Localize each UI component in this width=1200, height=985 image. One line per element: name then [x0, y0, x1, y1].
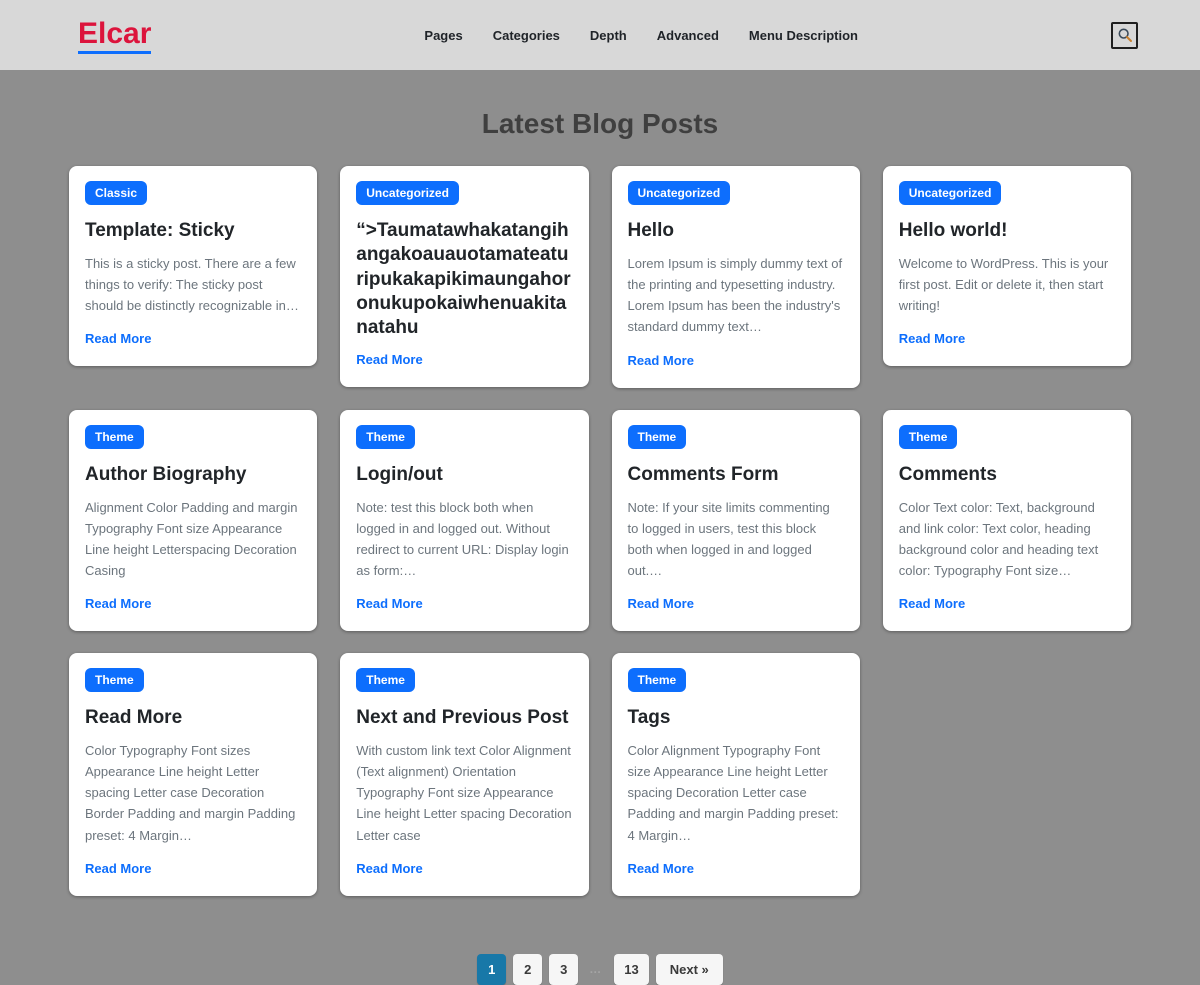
posts-grid: Classic Template: Sticky This is a stick… [69, 166, 1131, 896]
category-badge[interactable]: Uncategorized [628, 181, 731, 205]
read-more-link[interactable]: Read More [356, 596, 422, 611]
post-card: Theme Comments Color Text color: Text, b… [883, 410, 1131, 632]
post-excerpt: Note: test this block both when logged i… [356, 497, 572, 581]
post-card: Theme Login/out Note: test this block bo… [340, 410, 588, 632]
post-card: Theme Tags Color Alignment Typography Fo… [612, 653, 860, 896]
post-card: Uncategorized Hello world! Welcome to Wo… [883, 166, 1131, 366]
category-badge[interactable]: Theme [85, 425, 144, 449]
read-more-link[interactable]: Read More [85, 596, 151, 611]
read-more-link[interactable]: Read More [899, 596, 965, 611]
post-excerpt: Welcome to WordPress. This is your first… [899, 253, 1115, 316]
post-title: “>Taumatawhakatangihangakoauauotamateatu… [356, 219, 572, 341]
post-title: Read More [85, 706, 301, 730]
post-card: Classic Template: Sticky This is a stick… [69, 166, 317, 366]
nav-item-depth[interactable]: Depth [590, 28, 627, 43]
post-excerpt: Color Text color: Text, background and l… [899, 497, 1115, 581]
read-more-link[interactable]: Read More [628, 861, 694, 876]
read-more-link[interactable]: Read More [85, 331, 151, 346]
nav-item-advanced[interactable]: Advanced [657, 28, 719, 43]
post-title: Next and Previous Post [356, 706, 572, 730]
post-card: Theme Author Biography Alignment Color P… [69, 410, 317, 632]
page-button-3[interactable]: 3 [549, 954, 578, 985]
post-card: Uncategorized Hello Lorem Ipsum is simpl… [612, 166, 860, 388]
site-header: Elcar Pages Categories Depth Advanced Menu D… [0, 0, 1200, 70]
read-more-link[interactable]: Read More [899, 331, 965, 346]
category-badge[interactable]: Classic [85, 181, 147, 205]
next-page-button[interactable]: Next » [656, 954, 723, 985]
post-card: Theme Next and Previous Post With custom… [340, 653, 588, 896]
category-badge[interactable]: Theme [85, 668, 144, 692]
category-badge[interactable]: Theme [899, 425, 958, 449]
post-title: Template: Sticky [85, 219, 301, 243]
read-more-link[interactable]: Read More [628, 596, 694, 611]
nav-item-categories[interactable]: Categories [493, 28, 560, 43]
read-more-link[interactable]: Read More [628, 353, 694, 368]
badge-row: Theme [85, 668, 301, 692]
category-badge[interactable]: Uncategorized [899, 181, 1002, 205]
nav-item-menu-description[interactable]: Menu Description [749, 28, 858, 43]
post-card: Theme Comments Form Note: If your site l… [612, 410, 860, 632]
badge-row: Theme [899, 425, 1115, 449]
badge-row: Uncategorized [356, 181, 572, 205]
post-title: Hello world! [899, 219, 1115, 243]
post-excerpt: Color Typography Font sizes Appearance L… [85, 740, 301, 845]
category-badge[interactable]: Theme [628, 425, 687, 449]
post-title: Hello [628, 219, 844, 243]
post-excerpt: With custom link text Color Alignment (T… [356, 740, 572, 845]
post-excerpt: Note: If your site limits commenting to … [628, 497, 844, 581]
post-card: Theme Read More Color Typography Font si… [69, 653, 317, 896]
category-badge[interactable]: Theme [356, 425, 415, 449]
main-content: Latest Blog Posts Classic Template: Stic… [0, 108, 1200, 985]
pagination: 123 … 13 Next » [0, 954, 1200, 985]
read-more-link[interactable]: Read More [85, 861, 151, 876]
page-button-last[interactable]: 13 [614, 954, 648, 985]
badge-row: Theme [356, 668, 572, 692]
page-button-1[interactable]: 1 [477, 954, 506, 985]
category-badge[interactable]: Theme [628, 668, 687, 692]
badge-row: Theme [85, 425, 301, 449]
post-title: Login/out [356, 463, 572, 487]
badge-row: Classic [85, 181, 301, 205]
read-more-link[interactable]: Read More [356, 861, 422, 876]
post-title: Comments [899, 463, 1115, 487]
badge-row: Uncategorized [628, 181, 844, 205]
nav-item-pages[interactable]: Pages [424, 28, 462, 43]
badge-row: Uncategorized [899, 181, 1115, 205]
post-title: Author Biography [85, 463, 301, 487]
post-excerpt: This is a sticky post. There are a few t… [85, 253, 301, 316]
post-excerpt: Color Alignment Typography Font size App… [628, 740, 844, 845]
page-title: Latest Blog Posts [0, 108, 1200, 140]
search-icon [1117, 27, 1133, 43]
post-card: Uncategorized “>Taumatawhakatangihangako… [340, 166, 588, 387]
post-excerpt: Alignment Color Padding and margin Typog… [85, 497, 301, 581]
pagination-ellipsis: … [585, 962, 607, 976]
badge-row: Theme [628, 425, 844, 449]
post-title: Tags [628, 706, 844, 730]
main-nav: Pages Categories Depth Advanced Menu Descrip… [171, 28, 1111, 43]
post-excerpt: Lorem Ipsum is simply dummy text of the … [628, 253, 844, 337]
badge-row: Theme [628, 668, 844, 692]
category-badge[interactable]: Theme [356, 668, 415, 692]
page-button-2[interactable]: 2 [513, 954, 542, 985]
badge-row: Theme [356, 425, 572, 449]
search-button[interactable] [1111, 22, 1138, 49]
read-more-link[interactable]: Read More [356, 352, 422, 367]
category-badge[interactable]: Uncategorized [356, 181, 459, 205]
site-logo[interactable]: Elcar [78, 17, 151, 54]
post-title: Comments Form [628, 463, 844, 487]
